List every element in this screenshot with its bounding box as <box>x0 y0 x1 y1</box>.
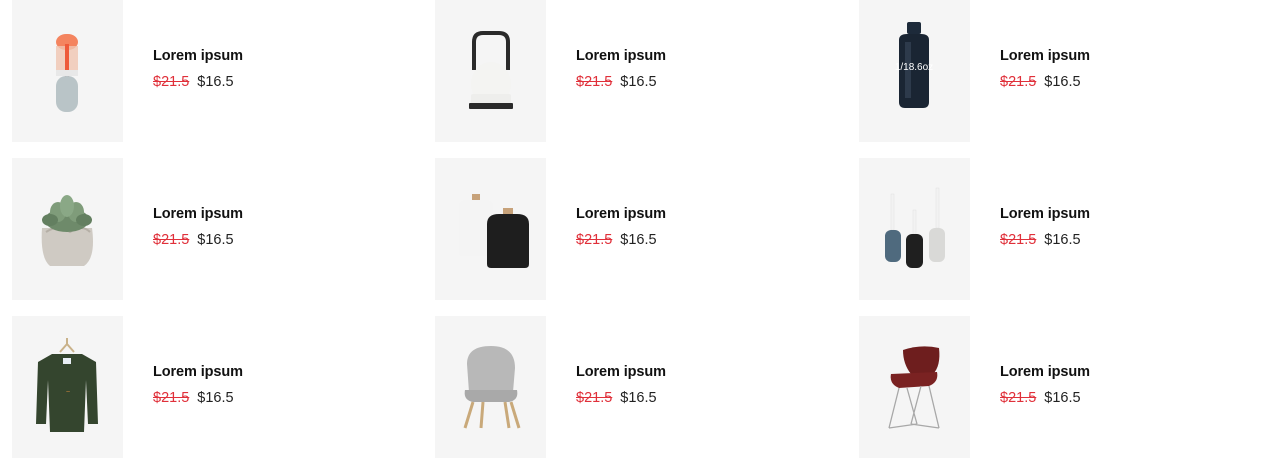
product-info: Lorem ipsum $21.5 $16.5 <box>1000 47 1090 91</box>
product-card: Lorem ipsum $21.5 $16.5 <box>435 158 835 300</box>
product-title[interactable]: Lorem ipsum <box>1000 363 1090 381</box>
bottle-label-text: 1/18.6oz <box>895 62 933 73</box>
old-price: $21.5 <box>576 390 613 406</box>
product-info: Lorem ipsum $21.5 $16.5 <box>576 47 666 91</box>
product-card: 1/18.6oz Lorem ipsum $21.5 $16.5 <box>859 0 1259 142</box>
product-title[interactable]: Lorem ipsum <box>576 363 666 381</box>
new-price: $16.5 <box>620 390 657 406</box>
product-info: Lorem ipsum $21.5 $16.5 <box>153 205 243 249</box>
new-price: $16.5 <box>1044 74 1081 90</box>
product-card: Lorem ipsum $21.5 $16.5 <box>859 158 1259 300</box>
product-image-vases[interactable] <box>435 158 546 300</box>
product-image-dark-bottle[interactable]: 1/18.6oz <box>859 0 970 142</box>
product-info: Lorem ipsum $21.5 $16.5 <box>1000 205 1090 249</box>
product-prices: $21.5 $16.5 <box>1000 73 1090 91</box>
product-prices: $21.5 $16.5 <box>1000 231 1090 249</box>
product-title[interactable]: Lorem ipsum <box>576 205 666 223</box>
product-title[interactable]: Lorem ipsum <box>576 47 666 65</box>
product-card: ~ Lorem ipsum $21.5 $16.5 <box>12 316 412 458</box>
old-price: $21.5 <box>153 232 190 248</box>
old-price: $21.5 <box>1000 390 1037 406</box>
product-image-red-chair[interactable] <box>859 316 970 458</box>
new-price: $16.5 <box>620 74 657 90</box>
new-price: $16.5 <box>197 74 234 90</box>
product-image-green-sweater[interactable]: ~ <box>12 316 123 458</box>
product-card: Lorem ipsum $21.5 $16.5 <box>859 316 1259 458</box>
new-price: $16.5 <box>1044 390 1081 406</box>
product-title[interactable]: Lorem ipsum <box>1000 205 1090 223</box>
product-title[interactable]: Lorem ipsum <box>153 47 243 65</box>
product-prices: $21.5 $16.5 <box>153 231 243 249</box>
product-image-succulent[interactable] <box>12 158 123 300</box>
old-price: $21.5 <box>576 232 613 248</box>
old-price: $21.5 <box>153 390 190 406</box>
product-card: Lorem ipsum $21.5 $16.5 <box>435 0 835 142</box>
new-price: $16.5 <box>197 232 234 248</box>
product-info: Lorem ipsum $21.5 $16.5 <box>576 363 666 407</box>
product-prices: $21.5 $16.5 <box>576 389 666 407</box>
product-image-lantern[interactable] <box>435 0 546 142</box>
product-card: Lorem ipsum $21.5 $16.5 <box>435 316 835 458</box>
product-prices: $21.5 $16.5 <box>153 73 243 91</box>
product-title[interactable]: Lorem ipsum <box>153 205 243 223</box>
product-image-candle-holders[interactable] <box>859 158 970 300</box>
product-prices: $21.5 $16.5 <box>153 389 243 407</box>
product-info: Lorem ipsum $21.5 $16.5 <box>153 363 243 407</box>
product-title[interactable]: Lorem ipsum <box>1000 47 1090 65</box>
product-title[interactable]: Lorem ipsum <box>153 363 243 381</box>
product-prices: $21.5 $16.5 <box>576 231 666 249</box>
old-price: $21.5 <box>1000 74 1037 90</box>
new-price: $16.5 <box>1044 232 1081 248</box>
svg-text:~: ~ <box>66 389 70 396</box>
product-grid: Lorem ipsum $21.5 $16.5 Lorem ipsum $21.5… <box>0 0 1267 458</box>
new-price: $16.5 <box>197 390 234 406</box>
old-price: $21.5 <box>576 74 613 90</box>
old-price: $21.5 <box>153 74 190 90</box>
product-card: Lorem ipsum $21.5 $16.5 <box>12 158 412 300</box>
product-prices: $21.5 $16.5 <box>1000 389 1090 407</box>
product-info: Lorem ipsum $21.5 $16.5 <box>576 205 666 249</box>
product-image-water-bottle[interactable] <box>12 0 123 142</box>
product-info: Lorem ipsum $21.5 $16.5 <box>1000 363 1090 407</box>
new-price: $16.5 <box>620 232 657 248</box>
old-price: $21.5 <box>1000 232 1037 248</box>
product-info: Lorem ipsum $21.5 $16.5 <box>153 47 243 91</box>
product-card: Lorem ipsum $21.5 $16.5 <box>12 0 412 142</box>
product-image-grey-chair[interactable] <box>435 316 546 458</box>
product-prices: $21.5 $16.5 <box>576 73 666 91</box>
